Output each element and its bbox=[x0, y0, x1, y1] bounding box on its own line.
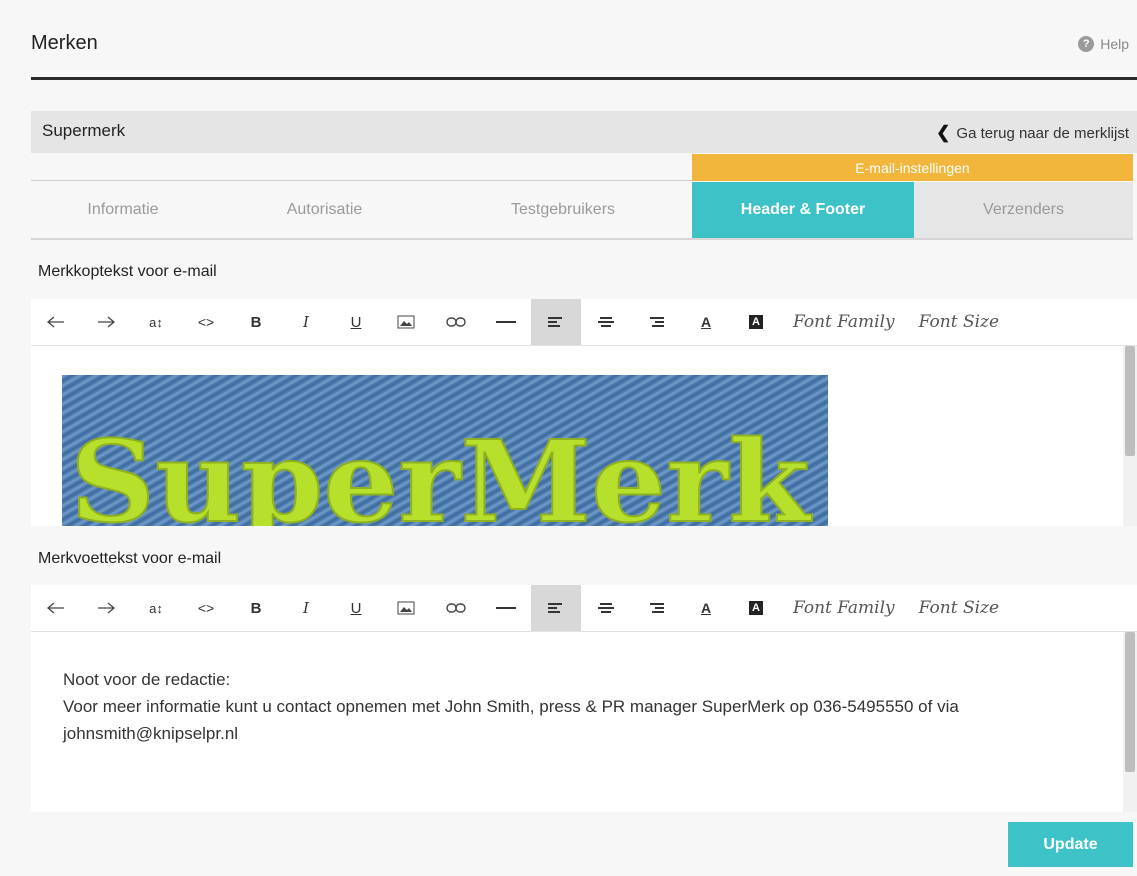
link-icon[interactable] bbox=[431, 585, 481, 631]
align-center-icon[interactable] bbox=[581, 299, 631, 345]
font-family-select[interactable]: Font Family bbox=[781, 585, 907, 631]
font-family-select[interactable]: Font Family bbox=[781, 299, 907, 345]
code-icon[interactable]: <> bbox=[181, 585, 231, 631]
tab-verzenders[interactable]: Verzenders bbox=[914, 182, 1133, 238]
tab-divider bbox=[31, 180, 692, 181]
align-right-icon[interactable] bbox=[631, 585, 681, 631]
font-size-select[interactable]: Font Size bbox=[907, 299, 1011, 345]
footer-editor-text[interactable]: Noot voor de redactie: Voor meer informa… bbox=[63, 666, 1083, 747]
header-editor-scroll-thumb[interactable] bbox=[1125, 346, 1135, 456]
footer-editor-toolbar: a↕ <> B I U A A Font Family Font Size bbox=[31, 585, 1137, 632]
banner-text: SuperMerk bbox=[70, 417, 813, 526]
italic-icon[interactable]: I bbox=[281, 585, 331, 631]
italic-icon[interactable]: I bbox=[281, 299, 331, 345]
bold-icon[interactable]: B bbox=[231, 299, 281, 345]
help-label: Help bbox=[1100, 36, 1129, 52]
update-button[interactable]: Update bbox=[1008, 822, 1133, 867]
align-left-icon[interactable] bbox=[531, 585, 581, 631]
font-color-icon[interactable]: A bbox=[681, 585, 731, 631]
brand-name: Supermerk bbox=[42, 121, 126, 140]
help-link[interactable]: ? Help bbox=[1078, 36, 1129, 52]
footer-editor-scroll-thumb[interactable] bbox=[1125, 632, 1135, 772]
align-left-icon[interactable] bbox=[531, 299, 581, 345]
footer-line-2: Voor meer informatie kunt u contact opne… bbox=[63, 697, 959, 743]
image-icon[interactable] bbox=[381, 299, 431, 345]
align-right-icon[interactable] bbox=[631, 299, 681, 345]
back-to-brand-list-link[interactable]: ❮ Ga terug naar de merklijst bbox=[936, 123, 1129, 143]
redo-icon[interactable] bbox=[81, 299, 131, 345]
horizontal-rule-icon[interactable] bbox=[481, 299, 531, 345]
background-color-icon[interactable]: A bbox=[731, 585, 781, 631]
chevron-left-icon: ❮ bbox=[936, 123, 951, 142]
header-editor[interactable]: SuperMerk bbox=[31, 346, 1137, 526]
header-editor-toolbar: a↕ <> B I U A A Font Family Font Size bbox=[31, 299, 1137, 346]
footer-section-label: Merkvoettekst voor e-mail bbox=[38, 550, 222, 567]
link-icon[interactable] bbox=[431, 299, 481, 345]
tab-informatie[interactable]: Informatie bbox=[31, 182, 215, 238]
tab-bar: Informatie Autorisatie Testgebruikers He… bbox=[31, 182, 1133, 238]
brand-banner-image: SuperMerk bbox=[62, 375, 828, 526]
footer-line-1: Noot voor de redactie: bbox=[63, 670, 231, 689]
underline-icon[interactable]: U bbox=[331, 299, 381, 345]
undo-icon[interactable] bbox=[31, 299, 81, 345]
align-center-icon[interactable] bbox=[581, 585, 631, 631]
undo-icon[interactable] bbox=[31, 585, 81, 631]
underline-icon[interactable]: U bbox=[331, 585, 381, 631]
title-divider bbox=[31, 77, 1137, 80]
font-color-icon[interactable]: A bbox=[681, 299, 731, 345]
text-size-icon[interactable]: a↕ bbox=[131, 299, 181, 345]
font-size-select[interactable]: Font Size bbox=[907, 585, 1011, 631]
bold-icon[interactable]: B bbox=[231, 585, 281, 631]
image-icon[interactable] bbox=[381, 585, 431, 631]
horizontal-rule-icon[interactable] bbox=[481, 585, 531, 631]
tab-testgebruikers[interactable]: Testgebruikers bbox=[434, 182, 692, 238]
text-size-icon[interactable]: a↕ bbox=[131, 585, 181, 631]
tabs-bottom-border bbox=[31, 238, 1133, 240]
redo-icon[interactable] bbox=[81, 585, 131, 631]
email-settings-group-label: E-mail-instellingen bbox=[692, 154, 1133, 181]
help-icon: ? bbox=[1078, 36, 1095, 52]
tab-autorisatie[interactable]: Autorisatie bbox=[215, 182, 434, 238]
back-link-label: Ga terug naar de merklijst bbox=[956, 124, 1129, 142]
header-section-label: Merkkoptekst voor e-mail bbox=[38, 263, 217, 280]
background-color-icon[interactable]: A bbox=[731, 299, 781, 345]
page-title: Merken bbox=[31, 32, 98, 54]
tab-header-footer[interactable]: Header & Footer bbox=[692, 182, 914, 238]
footer-editor[interactable]: Noot voor de redactie: Voor meer informa… bbox=[31, 632, 1137, 812]
code-icon[interactable]: <> bbox=[181, 299, 231, 345]
